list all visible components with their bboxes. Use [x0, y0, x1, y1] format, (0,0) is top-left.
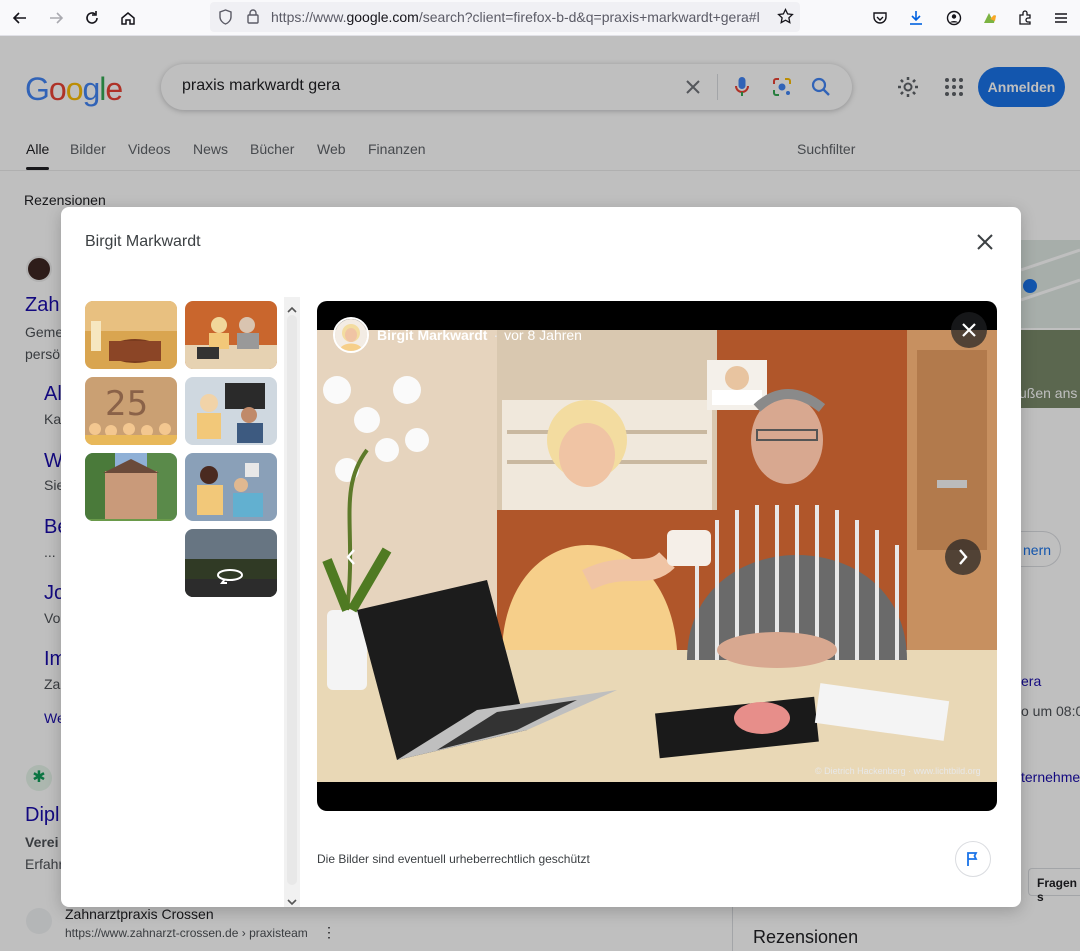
menu-icon[interactable] — [1049, 6, 1073, 30]
close-viewer-button[interactable] — [951, 312, 987, 348]
forward-arrow-icon[interactable] — [44, 6, 68, 30]
url-bar[interactable]: https://www.google.com/search?client=fir… — [210, 2, 800, 32]
chevron-left-icon — [346, 549, 355, 565]
thumbnail-reception[interactable] — [85, 301, 177, 369]
dialog-title: Birgit Markwardt — [85, 233, 201, 250]
home-icon[interactable] — [116, 6, 140, 30]
svg-text:25: 25 — [105, 384, 148, 424]
bookmark-star-icon[interactable] — [777, 7, 794, 30]
browser-toolbar: https://www.google.com/search?client=fir… — [0, 0, 1080, 36]
separator: · — [493, 327, 499, 343]
thumbnail-anniversary[interactable]: 25 — [85, 377, 177, 445]
author-avatar[interactable] — [333, 317, 369, 353]
report-photo-button[interactable] — [955, 841, 991, 877]
reload-icon[interactable] — [80, 6, 104, 30]
photo-age: vor 8 Jahren — [504, 327, 582, 343]
photo-author[interactable]: Birgit Markwardt · vor 8 Jahren — [333, 317, 582, 353]
flag-icon — [967, 852, 978, 866]
photo-dialog: Birgit Markwardt 25 Birgit Markwardt · v… — [61, 207, 1021, 907]
next-photo-button[interactable] — [945, 539, 981, 575]
extensions-icon[interactable] — [1013, 6, 1037, 30]
chevron-right-icon — [959, 549, 968, 565]
scrollbar-thumb[interactable] — [287, 315, 297, 885]
thumbnail-villa[interactable] — [85, 453, 177, 521]
thumbnail-scrollbar[interactable] — [284, 297, 300, 907]
thumbnail-team-desk[interactable] — [185, 301, 277, 369]
scroll-down-icon[interactable] — [287, 893, 297, 911]
pocket-icon[interactable] — [868, 6, 892, 30]
url-text: https://www.google.com/search?client=fir… — [271, 9, 760, 25]
downloads-icon[interactable] — [904, 6, 928, 30]
back-arrow-icon[interactable] — [8, 6, 32, 30]
author-name[interactable]: Birgit Markwardt — [377, 327, 487, 343]
close-icon — [962, 323, 976, 337]
shield-icon[interactable] — [218, 9, 233, 30]
photo-thumbnail-grid: 25 — [85, 301, 285, 901]
thumbnail-consultation[interactable] — [185, 377, 277, 445]
thumbnail-street-view[interactable] — [185, 529, 277, 597]
account-icon[interactable] — [942, 6, 966, 30]
previous-photo-button[interactable] — [333, 539, 369, 575]
360-rotate-icon — [215, 567, 245, 590]
lock-icon[interactable] — [246, 8, 260, 29]
thumbnail-treatment[interactable] — [185, 453, 277, 521]
close-icon — [977, 234, 993, 250]
close-dialog-button[interactable] — [971, 228, 999, 256]
photo-credit: © Dietrich Hackenberg · www.lichtbild.or… — [815, 766, 981, 776]
photo-viewer: Birgit Markwardt · vor 8 Jahren © Dietri… — [317, 301, 997, 811]
main-photo — [317, 330, 997, 782]
copyright-notice: Die Bilder sind eventuell urheberrechtli… — [317, 852, 590, 866]
pdf-extension-icon[interactable] — [978, 6, 1002, 30]
